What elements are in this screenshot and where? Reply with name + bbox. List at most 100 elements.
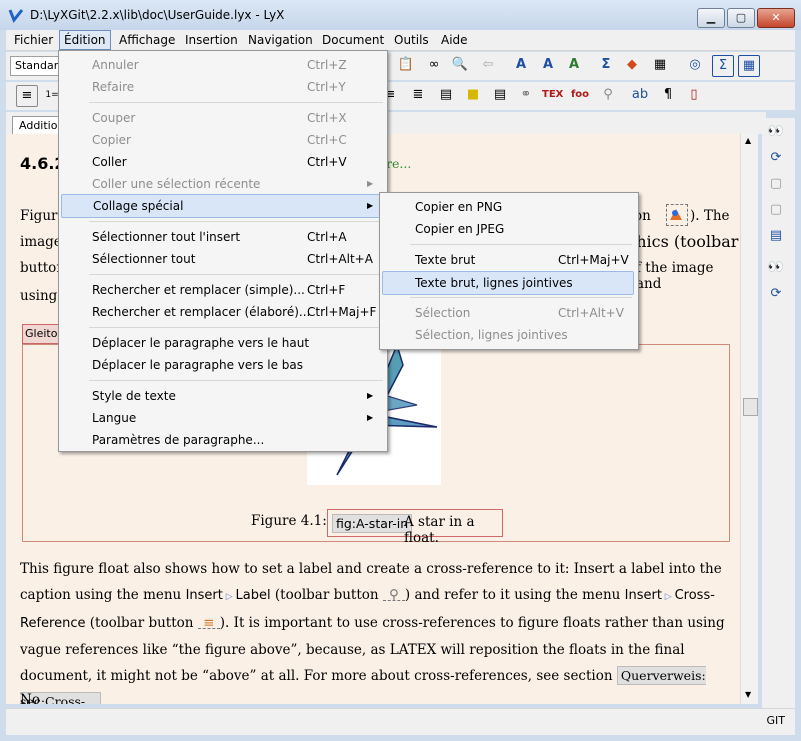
text-fragment-right-2: ). The <box>690 208 730 224</box>
menu-separator <box>89 380 383 381</box>
view-master-icon[interactable]: ▢ <box>766 200 786 220</box>
scroll-up-icon[interactable]: ▲ <box>745 136 751 145</box>
paragraph-icon[interactable]: ≣ <box>408 85 428 105</box>
search-icon[interactable]: 🔍 <box>450 55 470 75</box>
tex-icon[interactable]: TEX <box>542 85 563 105</box>
para-text-3: ) and refer to it using the menu <box>404 587 621 603</box>
menu-item-find-replace-advanced[interactable]: Rechercher et remplacer (élaboré)... Ctrl… <box>61 301 383 323</box>
view-other-icon[interactable]: 👀 <box>766 258 786 278</box>
compass-icon[interactable]: ◎ <box>685 55 705 75</box>
menu-edition[interactable]: Édition <box>59 30 111 50</box>
maximize-button[interactable]: ▢ <box>727 8 755 28</box>
text-fragment-left-2: image <box>20 234 62 250</box>
scrollbar-thumb[interactable] <box>743 398 758 416</box>
bullet-list-icon[interactable]: ≡ <box>16 85 38 107</box>
spell-ab-icon[interactable]: ab <box>630 85 650 105</box>
submenu-arrow-icon: ▶ <box>367 179 374 188</box>
menu-aide[interactable]: Aide <box>437 32 472 48</box>
menu-ref-insert-2: Insert <box>624 588 662 603</box>
back-arrow-icon[interactable]: ⇦ <box>478 55 498 75</box>
menu-item-language[interactable]: Langue ▶ <box>61 407 383 429</box>
menu-item-selection-joined[interactable]: Sélection, lignes jointives <box>382 324 634 346</box>
menu-outils[interactable]: Outils <box>390 32 433 48</box>
close-button[interactable]: ✕ <box>757 8 795 28</box>
menu-fichier[interactable]: Fichier <box>10 32 57 48</box>
thesaurus-icon[interactable]: A <box>564 55 584 75</box>
menu-item-plain-text-joined[interactable]: Texte brut, lignes jointives <box>382 271 634 295</box>
menu-item-selection[interactable]: Sélection Ctrl+Alt+V <box>382 302 634 324</box>
edit-menu: Annuler Ctrl+Z Refaire Ctrl+Y Couper Ctrl+X… <box>58 50 388 452</box>
document-icon[interactable]: ▤ <box>490 85 510 105</box>
menu-ref-insert: Insert <box>185 588 223 603</box>
minimize-button[interactable]: ▁ <box>697 8 725 28</box>
text-style-icon[interactable]: A <box>538 55 558 75</box>
paste-icon[interactable]: 📋 <box>396 55 416 75</box>
menu-insertion[interactable]: Insertion <box>181 32 242 48</box>
crossref-toolbar-icon: ≡ <box>197 610 220 631</box>
menu-separator <box>89 221 383 222</box>
paragraph-mark-icon[interactable]: ¶ <box>658 85 678 105</box>
menu-item-coller[interactable]: Coller Ctrl+V <box>61 151 383 173</box>
paste-special-submenu: Copier en PNG Copier en JPEG Texte brut C… <box>379 192 639 350</box>
spellcheck-icon[interactable]: A <box>511 55 531 75</box>
paragraph-style-select[interactable]: Standard <box>10 56 62 76</box>
table-icon[interactable]: ▦ <box>650 55 670 75</box>
window-title: D:\LyXGit\2.2.x\lib\doc\UserGuide.lyx - … <box>30 8 285 22</box>
footnote-icon[interactable]: foo <box>570 85 590 105</box>
menu-item-plain-text[interactable]: Texte brut Ctrl+Maj+V <box>382 249 634 271</box>
para-text-4: (toolbar button <box>89 615 194 631</box>
menu-item-copy-jpeg[interactable]: Copier en JPEG <box>382 218 634 240</box>
math-panel-icon[interactable]: Σ <box>712 55 734 77</box>
menu-item-select-all[interactable]: Sélectionner tout Ctrl+Alt+A <box>61 248 383 270</box>
shapes-icon[interactable]: ◆ <box>622 55 642 75</box>
menu-item-select-all-inset[interactable]: Sélectionner tout l'insert Ctrl+A <box>61 226 383 248</box>
menu-item-find-replace-simple[interactable]: Rechercher et remplacer (simple)... Ctrl+… <box>61 279 383 301</box>
menu-separator <box>89 274 383 275</box>
menu-item-refaire[interactable]: Refaire Ctrl+Y <box>61 76 383 98</box>
text-fragment-right-4: f the image and <box>636 260 714 292</box>
menu-item-collage-special[interactable]: Collage spécial ▶ <box>61 194 383 218</box>
menu-item-coller-selection-recente[interactable]: Coller une sélection récente ▶ <box>61 173 383 195</box>
caption-label[interactable]: fig:A-star-in <box>332 514 413 533</box>
binoculars-icon[interactable]: ∞ <box>424 55 444 75</box>
next-paragraph: No <box>20 692 40 704</box>
update-other-icon[interactable]: ⟳ <box>766 284 786 304</box>
menu-affichage[interactable]: Affichage <box>115 32 179 48</box>
menu-item-copy-png[interactable]: Copier en PNG <box>382 196 634 218</box>
menu-item-move-paragraph-up[interactable]: Déplacer le paragraphe vers le haut <box>61 332 383 354</box>
menu-item-move-paragraph-down[interactable]: Déplacer le paragraphe vers le bas <box>61 354 383 376</box>
caption-prefix: Figure 4.1: <box>251 513 327 529</box>
submenu-arrow-icon: ▶ <box>367 413 374 422</box>
label-toolbar-icon: ⚲ <box>382 582 405 603</box>
vcs-status: GIT <box>766 714 786 727</box>
book-icon[interactable]: ▯ <box>684 85 704 105</box>
title-bar: D:\LyXGit\2.2.x\lib\doc\UserGuide.lyx - … <box>0 0 801 30</box>
menu-item-text-style[interactable]: Style de texte ▶ <box>61 385 383 407</box>
menu-ref-label: Label <box>235 588 271 603</box>
float-label[interactable]: Gleitob <box>22 324 60 344</box>
scroll-down-icon[interactable]: ▼ <box>745 690 751 699</box>
vertical-scrollbar[interactable]: ▲ ▼ <box>740 134 758 704</box>
view-eyes-icon[interactable]: 👀 <box>766 122 786 142</box>
link-icon[interactable]: ⚭ <box>516 85 536 105</box>
menu-separator <box>89 102 383 103</box>
view-source-icon[interactable]: ▢ <box>766 174 786 194</box>
update-icon[interactable]: ▤ <box>766 226 786 246</box>
matrix-panel-icon[interactable]: ▦ <box>738 55 760 77</box>
side-toolbar: 👀 ⟳ ▢ ▢ ▤ 👀 ⟳ <box>762 118 795 708</box>
caption-box[interactable]: fig:A-star-in A star in a float. <box>327 509 503 546</box>
lyx-window: D:\LyXGit\2.2.x\lib\doc\UserGuide.lyx - … <box>0 0 801 741</box>
math-sum-icon[interactable]: Σ <box>596 55 616 75</box>
menu-navigation[interactable]: Navigation <box>244 32 317 48</box>
menu-item-paragraph-settings[interactable]: Paramètres de paragraphe... <box>61 429 383 451</box>
menu-item-copier[interactable]: Copier Ctrl+C <box>61 129 383 151</box>
refresh-icon[interactable]: ⟳ <box>766 148 786 168</box>
text-fragment-right-3: phics (toolbar <box>626 232 739 251</box>
paperclip-icon[interactable]: ⚲ <box>598 85 618 105</box>
menu-item-annuler[interactable]: Annuler Ctrl+Z <box>61 54 383 76</box>
menu-item-couper[interactable]: Couper Ctrl+X <box>61 107 383 129</box>
sticky-note-icon[interactable]: ■ <box>463 85 483 105</box>
menu-document[interactable]: Document <box>318 32 388 48</box>
note-box-icon[interactable]: ▤ <box>436 85 456 105</box>
menu-separator <box>89 327 383 328</box>
